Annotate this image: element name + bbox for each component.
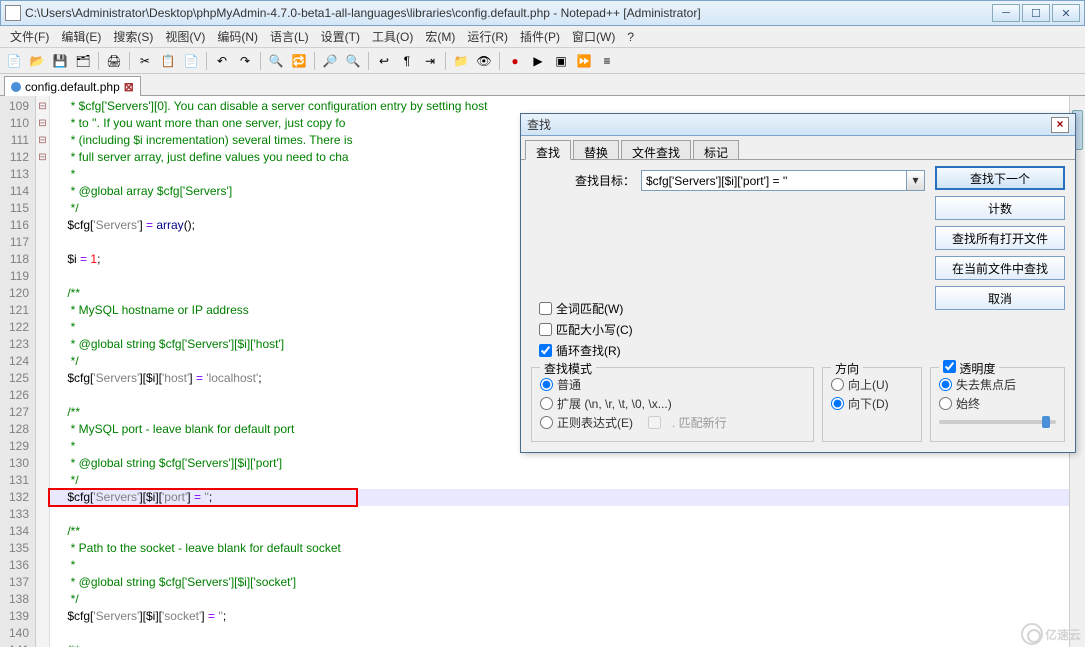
menu-item[interactable]: 文件(F) (4, 26, 55, 47)
menu-item[interactable]: 搜索(S) (107, 26, 159, 47)
indent-icon[interactable]: ⇥ (420, 51, 440, 71)
search-mode-group: 查找模式 普通 扩展 (\n, \r, \t, \0, \x...) 正则表达式… (531, 367, 814, 442)
menu-item[interactable]: 设置(T) (315, 26, 366, 47)
open-icon[interactable]: 📂 (27, 51, 47, 71)
find-dialog: 查找 × 查找替换文件查找标记 查找目标： ▾ 查找下一个 计数 查找所有打开文… (520, 113, 1076, 453)
trans-always[interactable]: 始终 (939, 395, 1056, 412)
trans-legend: 透明度 (939, 360, 999, 377)
dir-legend: 方向 (831, 360, 863, 377)
mode-regex[interactable]: 正则表达式(E) . 匹配新行 (540, 414, 805, 431)
menu-item[interactable]: 工具(O) (366, 26, 419, 47)
play-icon[interactable]: ▶ (528, 51, 548, 71)
record-icon[interactable]: ● (505, 51, 525, 71)
dialog-tab[interactable]: 文件查找 (621, 140, 691, 160)
dialog-title: 查找 (527, 116, 551, 133)
undo-icon[interactable]: ↶ (212, 51, 232, 71)
file-status-icon (11, 82, 21, 92)
dialog-tab[interactable]: 查找 (525, 140, 571, 160)
cancel-button[interactable]: 取消 (935, 286, 1065, 310)
dir-up[interactable]: 向上(U) (831, 376, 913, 393)
app-icon (5, 5, 21, 21)
print-icon[interactable]: 🖨 (104, 51, 124, 71)
find-next-button[interactable]: 查找下一个 (935, 166, 1065, 190)
file-tabbar: config.default.php ⊠ (0, 74, 1085, 96)
match-case-check[interactable]: 匹配大小写(C) (539, 321, 633, 338)
tab-close-icon[interactable]: ⊠ (124, 80, 134, 94)
wrap-icon[interactable]: ↩ (374, 51, 394, 71)
new-icon[interactable]: 📄 (4, 51, 24, 71)
toolbar: 📄 📂 💾 🗂 🖨 ✂ 📋 📄 ↶ ↷ 🔍 🔁 🔎 🔍 ↩ ¶ ⇥ 📁 👁 ● … (0, 48, 1085, 74)
dialog-titlebar[interactable]: 查找 × (521, 114, 1075, 136)
ff-icon[interactable]: ⏩ (574, 51, 594, 71)
save-icon[interactable]: 💾 (50, 51, 70, 71)
dialog-tabs: 查找替换文件查找标记 (521, 136, 1075, 160)
wrap-around-check[interactable]: 循环查找(R) (539, 342, 633, 359)
paste-icon[interactable]: 📄 (181, 51, 201, 71)
find-target-input[interactable] (641, 170, 907, 191)
window-title: C:\Users\Administrator\Desktop\phpMyAdmi… (25, 6, 992, 20)
line-number-gutter: 1091101111121131141151161171181191201211… (0, 96, 36, 647)
direction-group: 方向 向上(U) 向下(D) (822, 367, 922, 442)
cut-icon[interactable]: ✂ (135, 51, 155, 71)
monitor-icon[interactable]: 👁 (474, 51, 494, 71)
file-tab-label: config.default.php (25, 80, 120, 94)
dir-down[interactable]: 向下(D) (831, 395, 913, 412)
close-button[interactable]: ✕ (1052, 4, 1080, 22)
menu-item[interactable]: 视图(V) (159, 26, 211, 47)
menu-item[interactable]: ? (621, 28, 640, 46)
dropdown-icon[interactable]: ▾ (907, 170, 925, 191)
menu-item[interactable]: 编辑(E) (55, 26, 107, 47)
dialog-tab[interactable]: 标记 (693, 140, 739, 160)
stop-icon[interactable]: ▣ (551, 51, 571, 71)
menu-item[interactable]: 插件(P) (514, 26, 566, 47)
menu-item[interactable]: 编码(N) (211, 26, 264, 47)
find-target-label: 查找目标： (531, 172, 641, 189)
menu-item[interactable]: 运行(R) (461, 26, 514, 47)
count-button[interactable]: 计数 (935, 196, 1065, 220)
dialog-tab[interactable]: 替换 (573, 140, 619, 160)
find-icon[interactable]: 🔍 (266, 51, 286, 71)
minimize-button[interactable]: ─ (992, 4, 1020, 22)
folder-icon[interactable]: 📁 (451, 51, 471, 71)
trans-enable-check[interactable] (943, 360, 956, 373)
list-icon[interactable]: ≡ (597, 51, 617, 71)
mode-normal[interactable]: 普通 (540, 376, 805, 393)
mode-legend: 查找模式 (540, 360, 596, 377)
transparency-group: 透明度 失去焦点后 始终 (930, 367, 1065, 442)
whole-word-check[interactable]: 全词匹配(W) (539, 300, 633, 317)
titlebar: C:\Users\Administrator\Desktop\phpMyAdmi… (0, 0, 1085, 26)
find-all-open-button[interactable]: 查找所有打开文件 (935, 226, 1065, 250)
menu-item[interactable]: 窗口(W) (566, 26, 621, 47)
zoom-out-icon[interactable]: 🔍 (343, 51, 363, 71)
replace-icon[interactable]: 🔁 (289, 51, 309, 71)
redo-icon[interactable]: ↷ (235, 51, 255, 71)
menu-item[interactable]: 宏(M) (419, 26, 461, 47)
transparency-slider[interactable] (939, 420, 1056, 424)
zoom-in-icon[interactable]: 🔎 (320, 51, 340, 71)
find-in-current-button[interactable]: 在当前文件中查找 (935, 256, 1065, 280)
mode-extended[interactable]: 扩展 (\n, \r, \t, \0, \x...) (540, 395, 805, 412)
save-all-icon[interactable]: 🗂 (73, 51, 93, 71)
trans-onlose[interactable]: 失去焦点后 (939, 376, 1056, 393)
copy-icon[interactable]: 📋 (158, 51, 178, 71)
file-tab[interactable]: config.default.php ⊠ (4, 76, 141, 96)
ws-icon[interactable]: ¶ (397, 51, 417, 71)
dialog-close-icon[interactable]: × (1051, 117, 1069, 133)
menubar: 文件(F)编辑(E)搜索(S)视图(V)编码(N)语言(L)设置(T)工具(O)… (0, 26, 1085, 48)
fold-gutter[interactable]: ⊟⊟⊟⊟ (36, 96, 50, 647)
maximize-button[interactable]: ☐ (1022, 4, 1050, 22)
menu-item[interactable]: 语言(L) (264, 26, 315, 47)
